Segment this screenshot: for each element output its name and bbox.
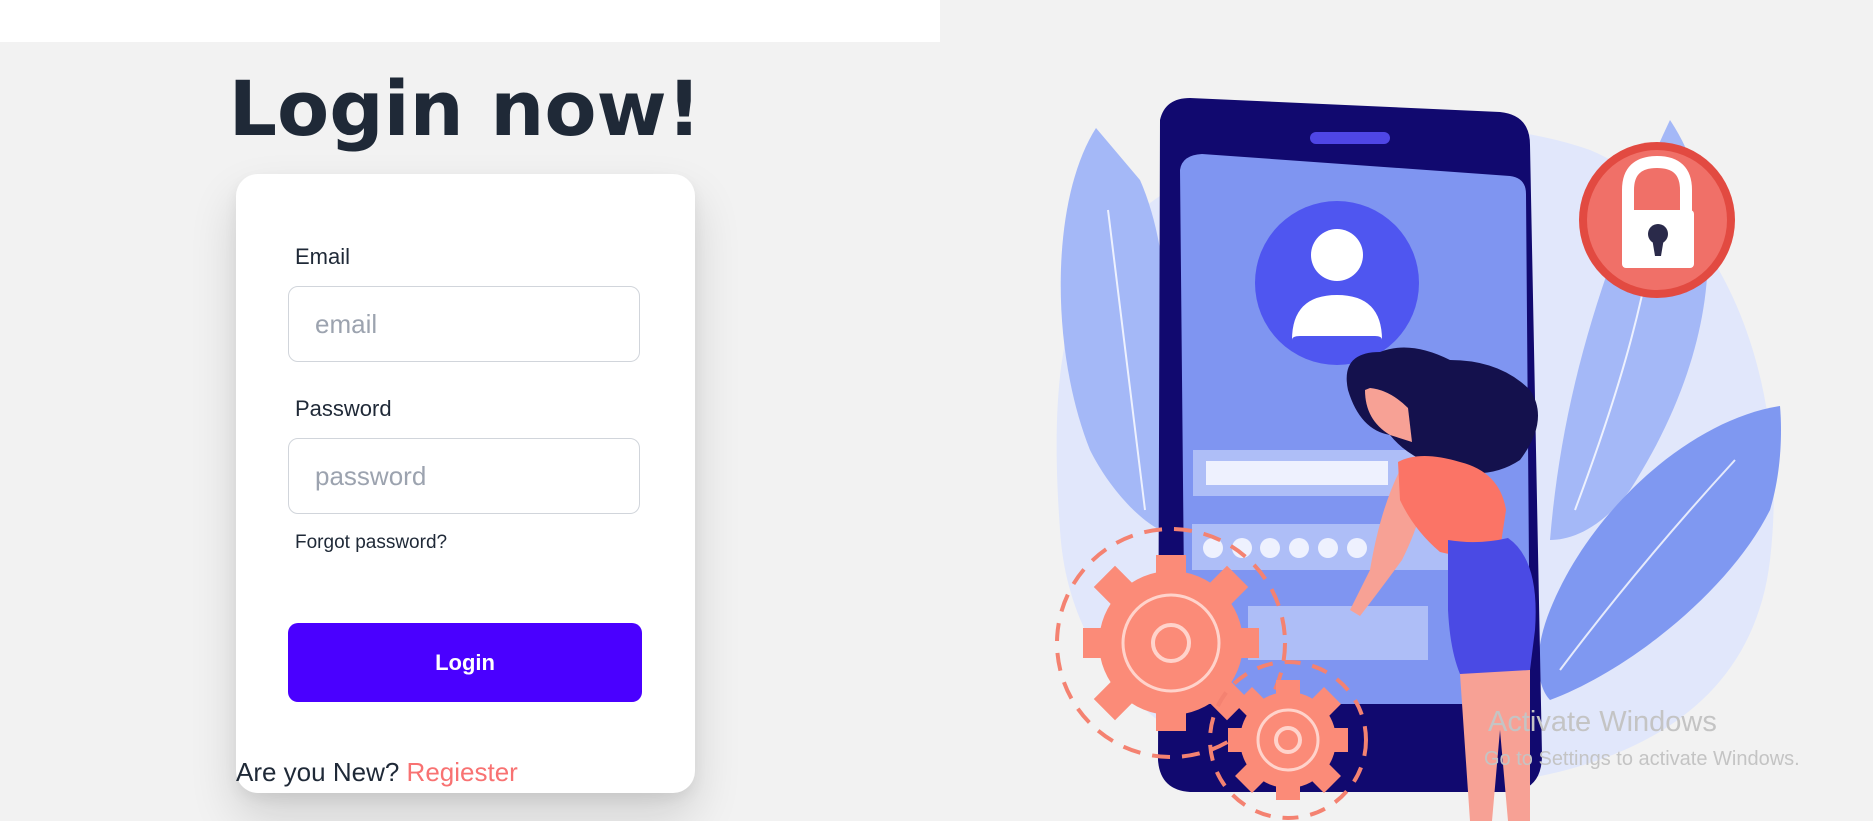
top-bar: [0, 0, 940, 42]
login-button[interactable]: Login: [288, 623, 642, 702]
register-prompt: Are you New?: [236, 757, 400, 787]
user-avatar-circle: [1255, 201, 1419, 365]
activate-windows-title: Activate Windows: [1488, 706, 1717, 738]
woman-legs: [1460, 670, 1530, 821]
phone-speaker: [1310, 132, 1390, 144]
login-card: Email Password Forgot password? Login Ar…: [236, 174, 695, 793]
screen-submit-button: [1248, 606, 1428, 660]
activate-windows-subtitle: Go to Settings to activate Windows.: [1484, 748, 1800, 770]
register-link[interactable]: Regiester: [407, 757, 518, 787]
screen-username-inner: [1206, 461, 1388, 485]
password-input[interactable]: [288, 438, 640, 514]
user-avatar-head: [1311, 229, 1363, 281]
page-title: Login now!: [228, 64, 702, 153]
woman-skirt: [1448, 538, 1536, 677]
forgot-password-link[interactable]: Forgot password?: [295, 532, 447, 554]
password-label: Password: [295, 396, 392, 421]
email-input[interactable]: [288, 286, 640, 362]
register-prompt-line: Are you New? Regiester: [236, 757, 518, 788]
email-label: Email: [295, 244, 351, 269]
